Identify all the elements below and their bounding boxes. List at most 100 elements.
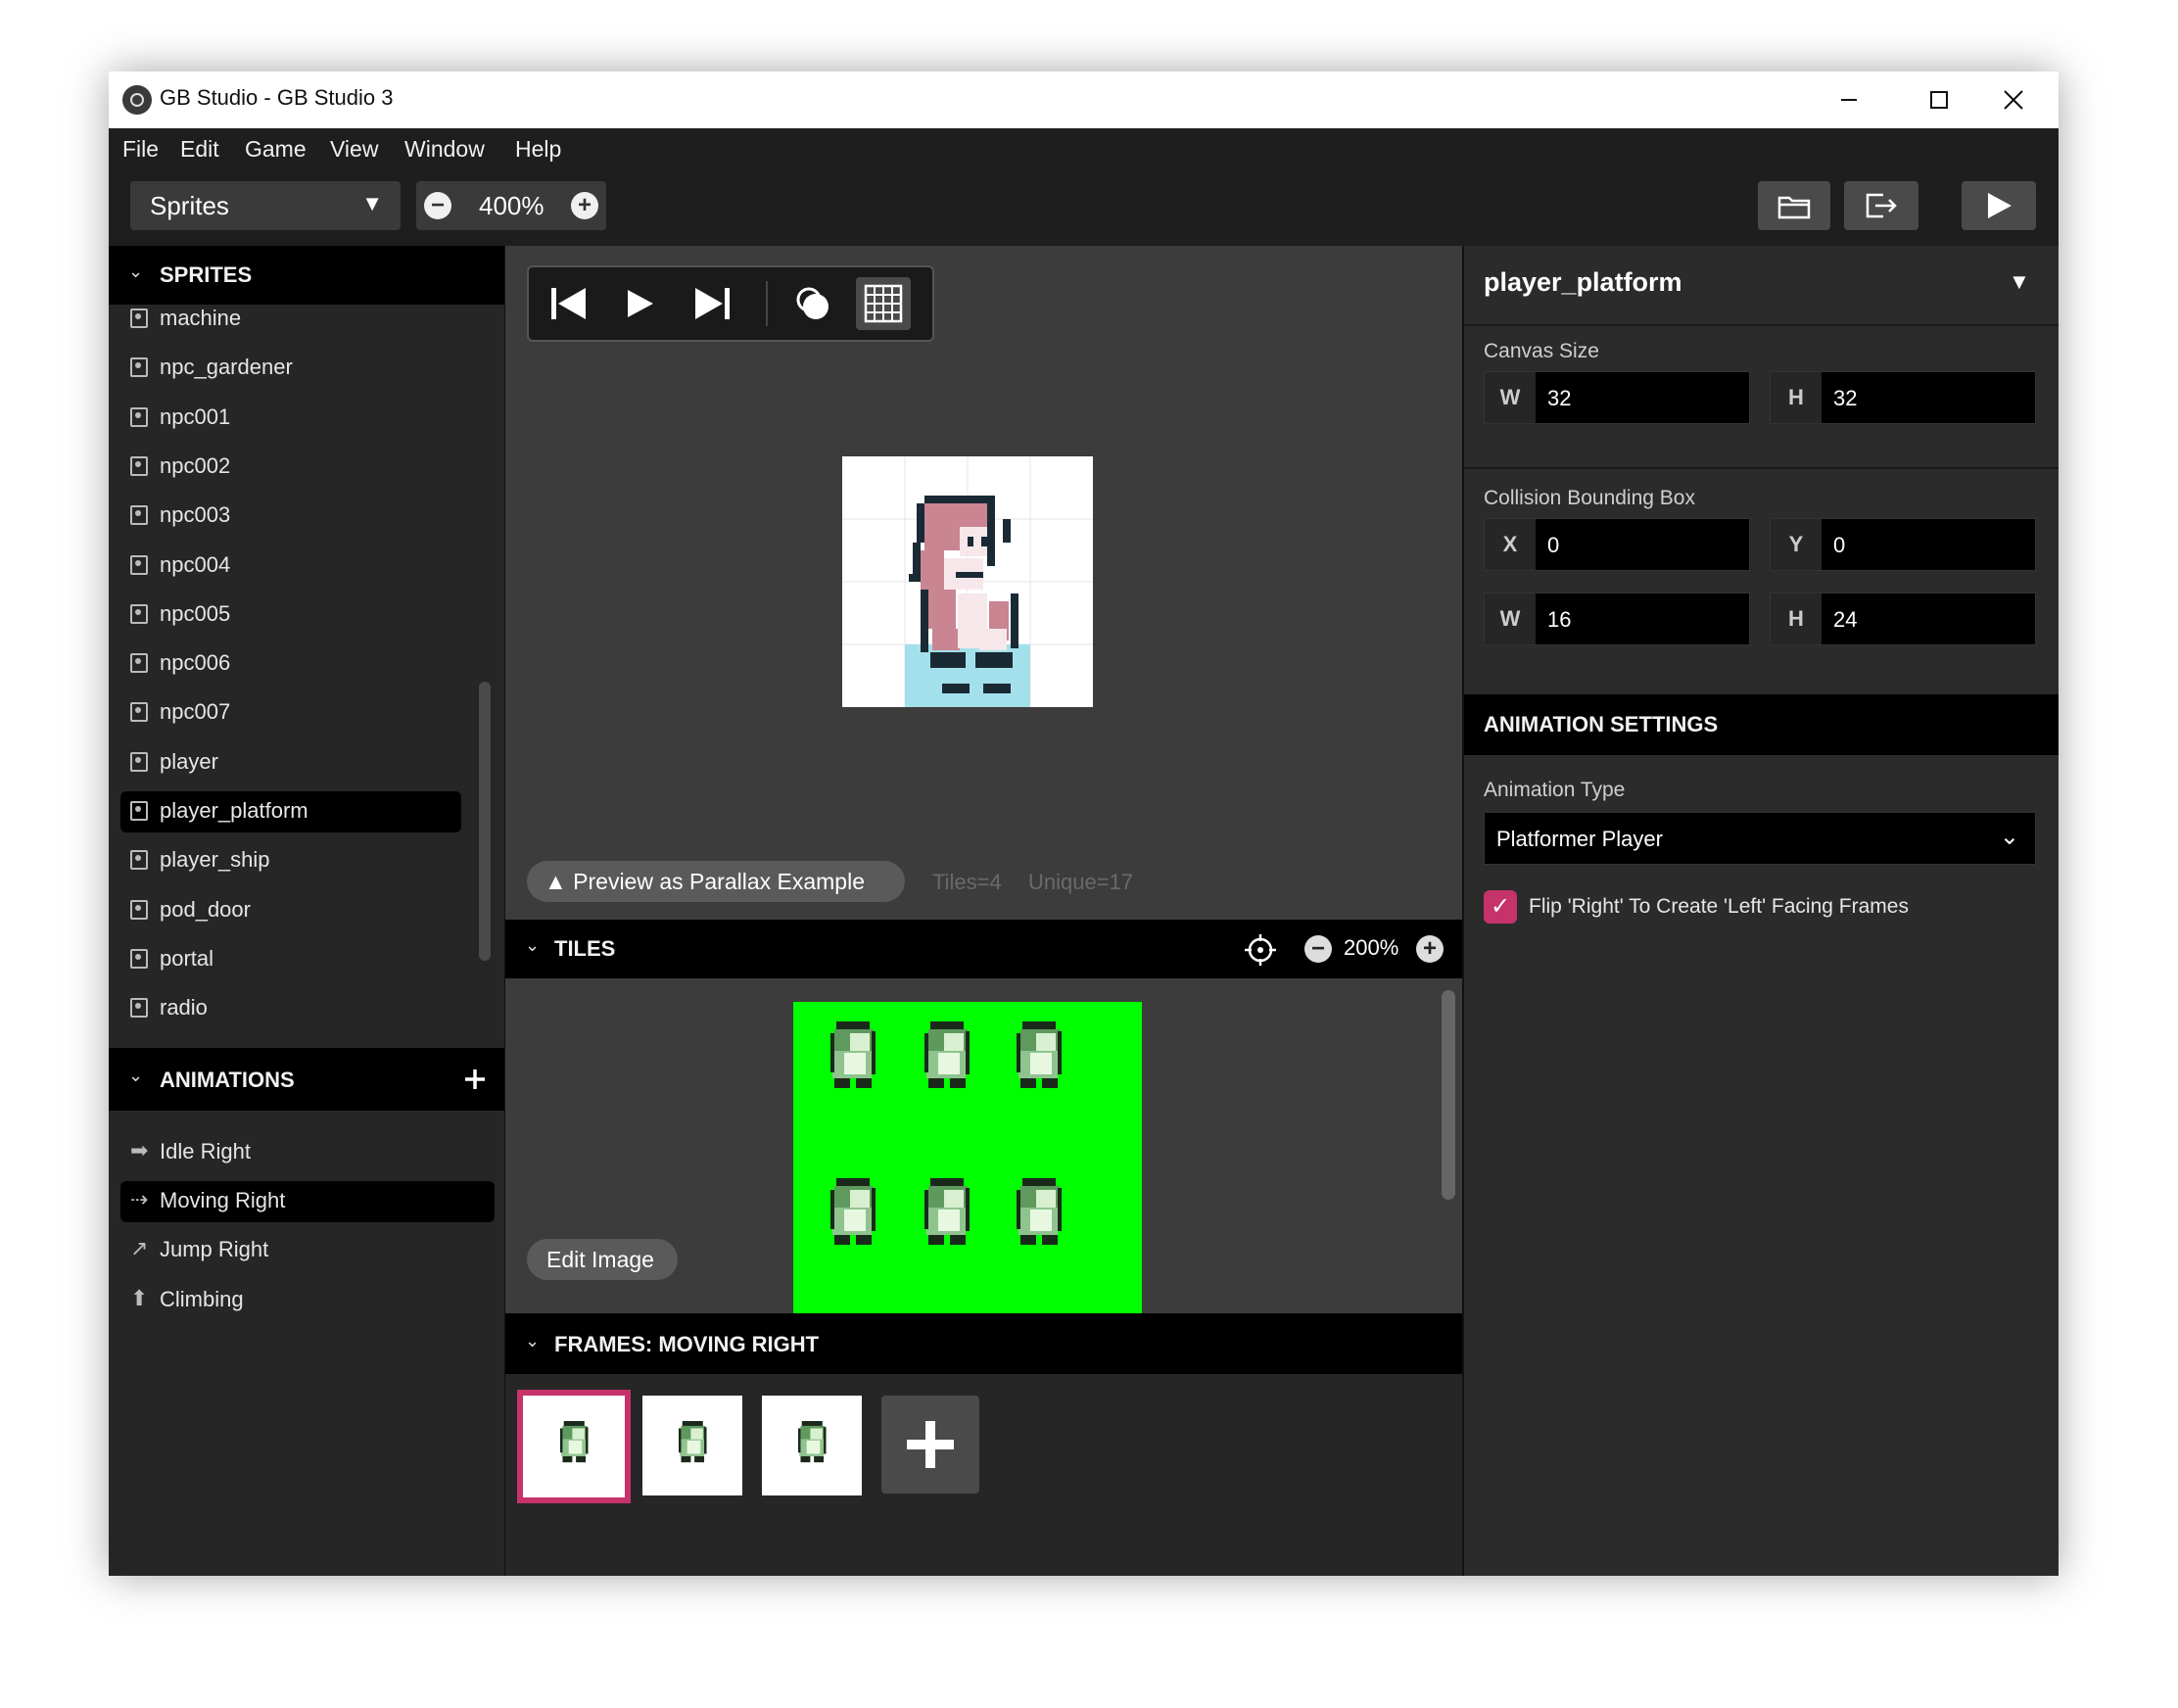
sprite-label: npc_gardener bbox=[160, 355, 293, 379]
canvas-height-field[interactable]: H 32 bbox=[1770, 371, 2036, 424]
minimize-button[interactable] bbox=[1804, 71, 1894, 128]
tiles-zoom-out-button[interactable]: − bbox=[1304, 935, 1332, 963]
sprite-item[interactable]: portal bbox=[120, 939, 459, 980]
sprite-canvas[interactable] bbox=[842, 456, 1093, 707]
frame-preview bbox=[560, 1421, 589, 1463]
tiles-header-label: TILES bbox=[554, 936, 616, 961]
animations-section-header[interactable]: ⌄ ANIMATIONS bbox=[109, 1048, 504, 1111]
menu-help[interactable]: Help bbox=[515, 136, 561, 163]
preview-parallax-button[interactable]: ▲ Preview as Parallax Example bbox=[527, 861, 905, 902]
animations-header-label: ANIMATIONS bbox=[160, 1068, 295, 1092]
tiles-zoom-in-button[interactable]: + bbox=[1416, 935, 1444, 963]
sprite-item[interactable]: npc004 bbox=[120, 546, 459, 587]
menu-edit[interactable]: Edit bbox=[180, 136, 219, 163]
section-select[interactable]: Sprites ▼ bbox=[130, 181, 401, 230]
divider bbox=[1464, 324, 2059, 326]
sprite-icon bbox=[130, 308, 148, 328]
sprite-label: player_ship bbox=[160, 847, 270, 872]
grid-toggle-button[interactable] bbox=[856, 277, 911, 330]
skip-back-icon bbox=[551, 288, 586, 319]
flip-frames-checkbox[interactable]: ✓ bbox=[1484, 890, 1517, 924]
bbox-y-field[interactable]: Y 0 bbox=[1770, 518, 2036, 571]
frame-thumbnail[interactable] bbox=[762, 1396, 862, 1495]
sprite-item[interactable]: machine bbox=[120, 299, 459, 340]
onion-skin-icon bbox=[796, 287, 829, 319]
sprite-item[interactable]: npc003 bbox=[120, 496, 459, 537]
tiles-section-header[interactable]: ⌄ TILES − 200% + bbox=[505, 920, 1463, 978]
sprite-icon bbox=[130, 949, 148, 969]
animation-item[interactable]: ➡ Idle Right bbox=[120, 1132, 504, 1173]
frame-preview bbox=[679, 1421, 707, 1463]
sprite-icon bbox=[130, 752, 148, 772]
sprite-label: npc005 bbox=[160, 601, 231, 626]
animation-settings-header[interactable]: ANIMATION SETTINGS bbox=[1464, 694, 2059, 755]
divider bbox=[1464, 467, 2059, 469]
bbox-height-field[interactable]: H 24 bbox=[1770, 593, 2036, 645]
sprite-label: npc004 bbox=[160, 552, 231, 577]
sprite-item[interactable]: npc001 bbox=[120, 398, 459, 439]
animation-item[interactable]: ↗ Jump Right bbox=[120, 1230, 504, 1271]
sprite-icon bbox=[130, 653, 148, 673]
add-frame-button[interactable] bbox=[881, 1396, 979, 1494]
sprites-scrollbar[interactable] bbox=[479, 682, 491, 961]
frame-thumbnail-selected[interactable] bbox=[517, 1390, 631, 1503]
sprite-item-selected[interactable]: player_platform bbox=[120, 791, 461, 832]
grid-icon bbox=[864, 284, 903, 323]
sprite-item[interactable]: npc_gardener bbox=[120, 348, 459, 389]
animation-settings-label: ANIMATION SETTINGS bbox=[1484, 712, 1719, 736]
menu-window[interactable]: Window bbox=[404, 136, 485, 163]
sprite-name[interactable]: player_platform bbox=[1484, 267, 1682, 298]
field-prefix: X bbox=[1485, 519, 1536, 570]
sprite-label: npc003 bbox=[160, 502, 231, 527]
sprites-section-header[interactable]: ⌄ SPRITES bbox=[109, 246, 504, 305]
plus-icon bbox=[907, 1421, 954, 1468]
menu-file[interactable]: File bbox=[122, 136, 159, 163]
sprite-item[interactable]: npc007 bbox=[120, 692, 459, 734]
frame-thumbnail[interactable] bbox=[642, 1396, 742, 1495]
tiles-scrollbar[interactable] bbox=[1442, 990, 1455, 1200]
run-game-button[interactable] bbox=[1962, 181, 2036, 230]
sprite-menu-caret-icon[interactable]: ▼ bbox=[2009, 269, 2030, 295]
chevron-down-icon: ⌄ bbox=[1999, 824, 2019, 850]
bbox-width-field[interactable]: W 16 bbox=[1484, 593, 1750, 645]
sprite-item[interactable]: radio bbox=[120, 988, 459, 1029]
field-prefix: H bbox=[1771, 372, 1822, 423]
next-frame-button[interactable] bbox=[686, 277, 740, 330]
previous-frame-button[interactable] bbox=[541, 277, 595, 330]
field-prefix: Y bbox=[1771, 519, 1822, 570]
menu-view[interactable]: View bbox=[330, 136, 378, 163]
sprite-label: radio bbox=[160, 995, 208, 1020]
open-folder-button[interactable] bbox=[1758, 181, 1830, 230]
animation-type-select[interactable]: Platformer Player ⌄ bbox=[1484, 812, 2036, 865]
sprite-item[interactable]: player bbox=[120, 742, 459, 783]
onion-skin-button[interactable] bbox=[785, 277, 840, 330]
play-icon bbox=[1988, 193, 2012, 218]
crosshair-icon[interactable] bbox=[1244, 933, 1277, 967]
canvas-size-label: Canvas Size bbox=[1484, 340, 1599, 362]
bbox-x-field[interactable]: X 0 bbox=[1484, 518, 1750, 571]
play-animation-button[interactable] bbox=[613, 277, 668, 330]
export-button[interactable] bbox=[1844, 181, 1918, 230]
unique-count: Unique=17 bbox=[1028, 870, 1134, 894]
frames-section-header[interactable]: ⌄ FRAMES: MOVING RIGHT bbox=[505, 1313, 1463, 1374]
close-button[interactable] bbox=[1968, 71, 2059, 128]
sprite-item[interactable]: player_ship bbox=[120, 840, 459, 881]
zoom-out-button[interactable]: − bbox=[424, 192, 451, 219]
animation-item[interactable]: ⬆ Climbing bbox=[120, 1280, 504, 1321]
tile-sheet[interactable] bbox=[793, 1002, 1142, 1313]
sprite-item[interactable]: npc002 bbox=[120, 447, 459, 488]
add-animation-icon[interactable] bbox=[463, 1068, 487, 1091]
menu-game[interactable]: Game bbox=[245, 136, 307, 163]
sprite-label: npc001 bbox=[160, 404, 231, 429]
sprite-item[interactable]: npc006 bbox=[120, 643, 459, 685]
zoom-in-button[interactable]: + bbox=[571, 192, 598, 219]
app-window: GB Studio - GB Studio 3 File Edit Game V… bbox=[109, 71, 2059, 1576]
sprite-item[interactable]: pod_door bbox=[120, 890, 459, 931]
animation-item-selected[interactable]: ⇢ Moving Right bbox=[120, 1181, 495, 1222]
edit-image-button[interactable]: Edit Image bbox=[527, 1239, 678, 1280]
app-logo-icon bbox=[122, 85, 152, 115]
close-icon bbox=[2004, 90, 2023, 110]
tile-sheet-image bbox=[830, 1021, 1062, 1245]
sprite-item[interactable]: npc005 bbox=[120, 594, 459, 636]
canvas-width-field[interactable]: W 32 bbox=[1484, 371, 1750, 424]
